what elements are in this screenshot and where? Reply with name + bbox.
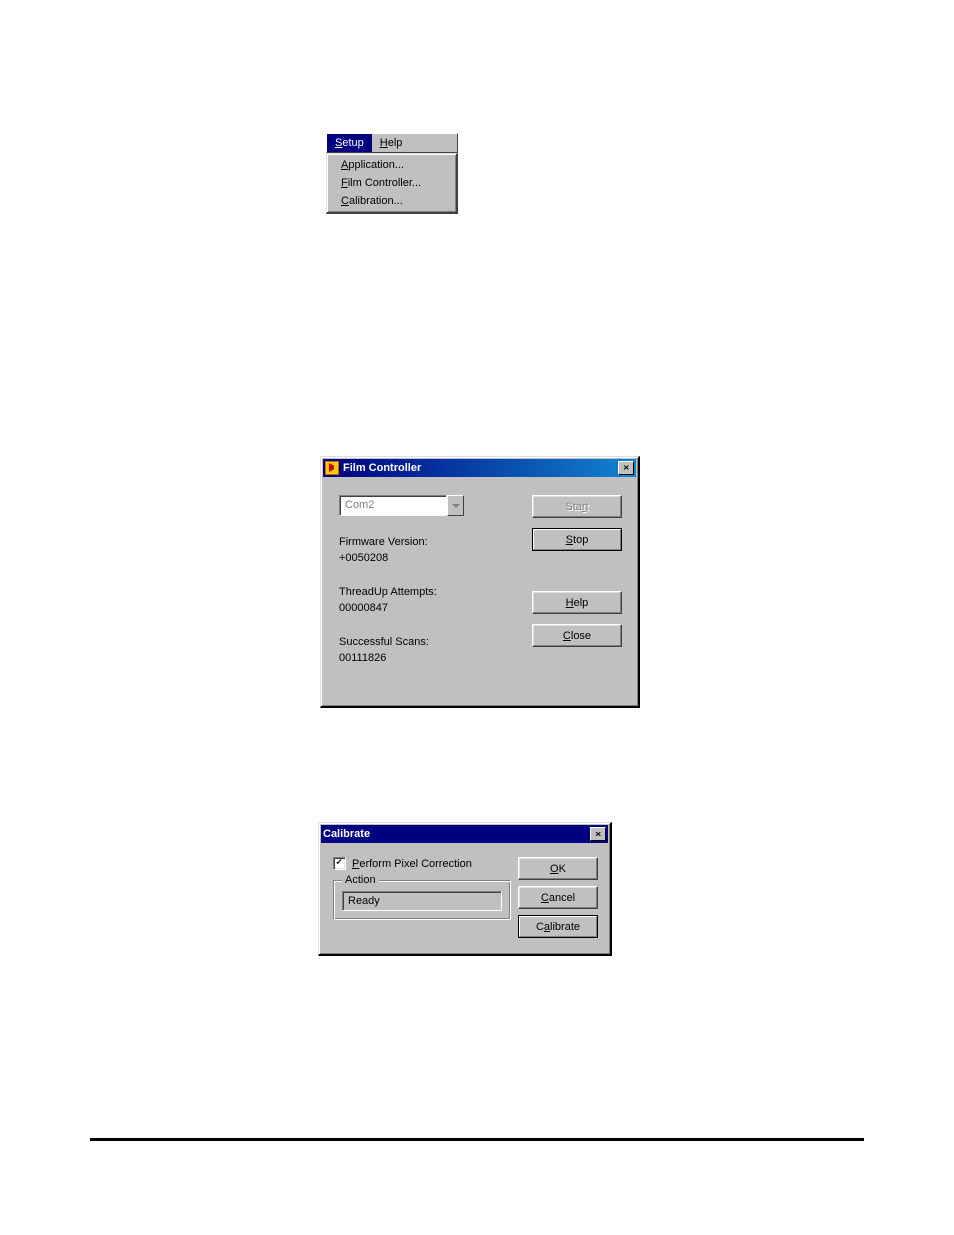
menu-setup[interactable]: Setup (327, 134, 372, 152)
action-legend: Action (342, 874, 379, 886)
menu-help-accel: H (380, 137, 388, 149)
close-icon[interactable] (590, 827, 606, 841)
menu-bar: Setup Help (326, 133, 458, 153)
menu-help[interactable]: Help (372, 134, 411, 152)
action-status: Ready (342, 891, 502, 911)
ok-button[interactable]: OK (518, 857, 598, 880)
menu-item-calibration[interactable]: Calibration... (329, 192, 454, 210)
film-title: Film Controller (343, 462, 421, 474)
menu-help-rest: elp (388, 137, 403, 149)
setup-menu: Setup Help Application... Film Controlle… (326, 133, 458, 214)
pixel-correction-checkbox[interactable] (333, 857, 346, 870)
calibrate-button-column: OK Cancel Calibrate (518, 857, 598, 938)
start-label: Start (565, 501, 588, 513)
menu-setup-rest: etup (342, 137, 363, 149)
com-port-value: Com2 (339, 495, 447, 516)
stop-button[interactable]: Stop (532, 528, 622, 551)
calibrate-title: Calibrate (323, 828, 370, 840)
horizontal-rule (90, 1138, 864, 1141)
scans-value: 00111826 (339, 650, 622, 666)
start-button: Start (532, 495, 622, 518)
film-titlebar: Film Controller (323, 459, 636, 477)
film-controller-dialog: Film Controller Com2 Firmware Version: +… (320, 456, 640, 708)
film-button-column: Start Stop Help Close (532, 495, 622, 647)
calibrate-dialog: Calibrate Perform Pixel Correction Actio… (318, 822, 612, 956)
calibrate-button[interactable]: Calibrate (518, 915, 598, 938)
com-port-select[interactable]: Com2 (339, 495, 464, 516)
menu-item-application[interactable]: Application... (329, 156, 454, 174)
chevron-down-icon[interactable] (447, 495, 464, 516)
close-icon[interactable] (618, 461, 634, 475)
calibrate-titlebar: Calibrate (321, 825, 608, 843)
menu-item-film-controller[interactable]: Film Controller... (329, 174, 454, 192)
app-icon (325, 461, 339, 475)
cancel-button[interactable]: Cancel (518, 886, 598, 909)
action-group: Action Ready (333, 880, 511, 920)
setup-dropdown: Application... Film Controller... Calibr… (326, 153, 458, 214)
help-button[interactable]: Help (532, 591, 622, 614)
close-button[interactable]: Close (532, 624, 622, 647)
